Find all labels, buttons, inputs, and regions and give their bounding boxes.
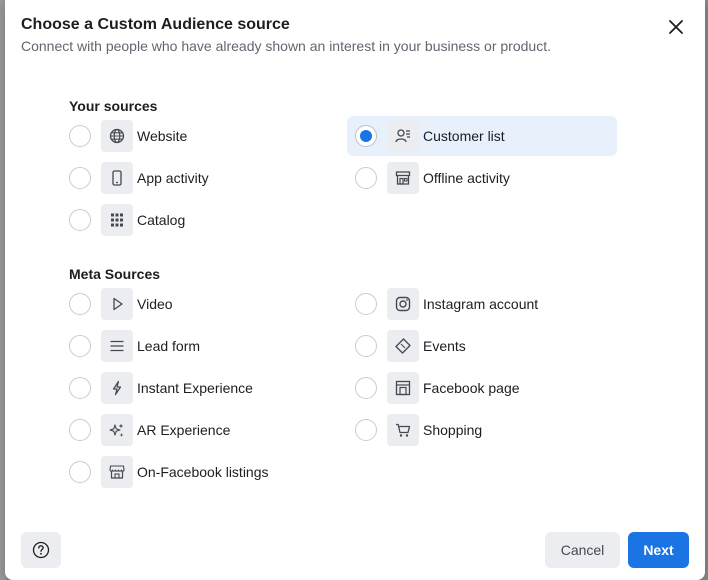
option-label: Shopping bbox=[423, 422, 483, 438]
option-offline-activity[interactable]: Offline activity bbox=[353, 158, 617, 198]
cart-icon bbox=[387, 414, 419, 446]
option-video[interactable]: Video bbox=[67, 284, 331, 324]
option-label: Instagram account bbox=[423, 296, 539, 312]
radio-button[interactable] bbox=[69, 167, 91, 189]
dialog-title: Choose a Custom Audience source bbox=[21, 16, 290, 33]
option-label: On-Facebook listings bbox=[137, 464, 269, 480]
help-button[interactable] bbox=[21, 532, 61, 568]
help-icon bbox=[32, 541, 50, 559]
globe-icon bbox=[101, 120, 133, 152]
option-instagram-account[interactable]: Instagram account bbox=[353, 284, 617, 324]
close-icon bbox=[669, 20, 683, 34]
option-label: AR Experience bbox=[137, 422, 231, 438]
option-label: Catalog bbox=[137, 212, 186, 228]
radio-button[interactable] bbox=[69, 461, 91, 483]
meta-sources-heading: Meta Sources bbox=[69, 266, 161, 282]
radio-button[interactable] bbox=[69, 419, 91, 441]
option-on-facebook-listings[interactable]: On-Facebook listings bbox=[67, 452, 331, 492]
option-customer-list[interactable]: Customer list bbox=[347, 116, 617, 156]
radio-button[interactable] bbox=[355, 293, 377, 315]
store-icon bbox=[387, 162, 419, 194]
option-label: Offline activity bbox=[423, 170, 510, 186]
radio-button[interactable] bbox=[69, 293, 91, 315]
close-button[interactable] bbox=[663, 14, 689, 40]
mobile-icon bbox=[101, 162, 133, 194]
radio-button[interactable] bbox=[355, 377, 377, 399]
sparkle-icon bbox=[101, 414, 133, 446]
option-label: Customer list bbox=[423, 128, 505, 144]
radio-button[interactable] bbox=[69, 377, 91, 399]
option-website[interactable]: Website bbox=[67, 116, 331, 156]
option-label: Events bbox=[423, 338, 466, 354]
radio-button[interactable] bbox=[69, 125, 91, 147]
your-sources-heading: Your sources bbox=[69, 98, 158, 114]
dialog-subtitle: Connect with people who have already sho… bbox=[21, 38, 551, 54]
option-app-activity[interactable]: App activity bbox=[67, 158, 331, 198]
lines-icon bbox=[101, 330, 133, 362]
grid-icon bbox=[101, 204, 133, 236]
option-events[interactable]: Events bbox=[353, 326, 617, 366]
play-icon bbox=[101, 288, 133, 320]
radio-button[interactable] bbox=[355, 335, 377, 357]
storefront-icon bbox=[101, 456, 133, 488]
radio-button[interactable] bbox=[69, 209, 91, 231]
cancel-button[interactable]: Cancel bbox=[545, 532, 620, 568]
option-lead-form[interactable]: Lead form bbox=[67, 326, 331, 366]
page-icon bbox=[387, 372, 419, 404]
option-ar-experience[interactable]: AR Experience bbox=[67, 410, 331, 450]
next-button[interactable]: Next bbox=[628, 532, 689, 568]
option-shopping[interactable]: Shopping bbox=[353, 410, 617, 450]
option-catalog[interactable]: Catalog bbox=[67, 200, 331, 240]
option-label: Instant Experience bbox=[137, 380, 253, 396]
radio-button-selected[interactable] bbox=[355, 125, 377, 147]
option-facebook-page[interactable]: Facebook page bbox=[353, 368, 617, 408]
option-label: App activity bbox=[137, 170, 209, 186]
radio-button[interactable] bbox=[355, 167, 377, 189]
lightning-icon bbox=[101, 372, 133, 404]
custom-audience-dialog: Choose a Custom Audience source Connect … bbox=[5, 0, 705, 580]
option-label: Facebook page bbox=[423, 380, 520, 396]
customer-list-icon bbox=[387, 120, 419, 152]
radio-button[interactable] bbox=[69, 335, 91, 357]
option-instant-experience[interactable]: Instant Experience bbox=[67, 368, 331, 408]
option-label: Lead form bbox=[137, 338, 201, 354]
option-label: Website bbox=[137, 128, 188, 144]
ticket-icon bbox=[387, 330, 419, 362]
instagram-icon bbox=[387, 288, 419, 320]
radio-button[interactable] bbox=[355, 419, 377, 441]
option-label: Video bbox=[137, 296, 173, 312]
